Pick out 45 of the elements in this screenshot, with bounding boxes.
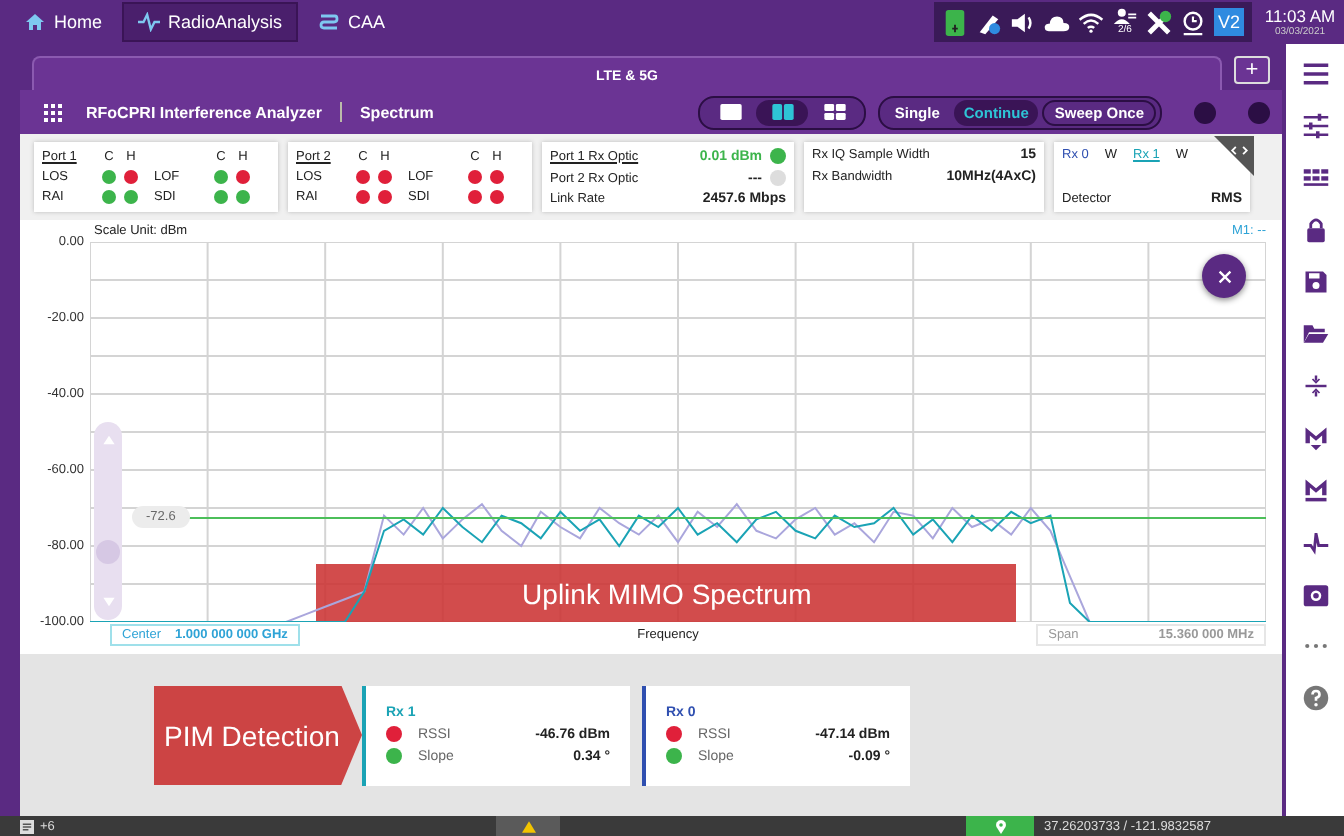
clock-time: 11:03 AM — [1264, 6, 1336, 26]
close-icon — [1215, 267, 1233, 285]
indicator-dot — [1248, 101, 1270, 123]
spectrum-caption-banner: Uplink MIMO Spectrum — [316, 564, 1017, 622]
slider-thumb[interactable] — [96, 540, 120, 565]
app-tab[interactable]: RadioAnalysis — [122, 2, 299, 42]
camera-icon[interactable] — [1301, 580, 1329, 608]
save-icon[interactable] — [1301, 268, 1329, 296]
pulse-icon — [138, 12, 161, 32]
pim-detection-banner: PIM Detection — [154, 685, 362, 785]
apps-grid-icon[interactable] — [44, 103, 62, 121]
marker-down-icon[interactable] — [1301, 424, 1329, 452]
add-tab-button[interactable]: + — [1234, 56, 1270, 84]
indicator-dot — [1194, 101, 1216, 123]
folder-icon[interactable] — [1301, 320, 1329, 348]
warning-indicator[interactable] — [496, 816, 560, 836]
divider-icon[interactable] — [1301, 372, 1329, 400]
version-badge: V2 — [1213, 8, 1244, 36]
list-grid-icon[interactable] — [1301, 164, 1329, 192]
help-icon[interactable] — [1301, 684, 1329, 712]
notification-icon — [20, 819, 34, 833]
marker-icon[interactable] — [1301, 476, 1329, 504]
app-title: RFoCPRI Interference Analyzer — [86, 103, 322, 121]
mode-label: Spectrum — [359, 103, 434, 121]
dual-pane-icon — [771, 104, 794, 120]
sliders-icon[interactable] — [1301, 112, 1329, 140]
app-tab[interactable]: CAA — [302, 2, 402, 42]
user-icon — [1111, 8, 1138, 24]
menu-icon[interactable] — [1301, 60, 1329, 88]
app-tab[interactable]: Home — [8, 2, 119, 42]
close-button[interactable] — [1202, 254, 1246, 298]
layout-option[interactable] — [756, 99, 809, 125]
location-indicator[interactable] — [966, 816, 1034, 836]
location-pin-icon — [993, 819, 1007, 833]
expand-corner-icon[interactable] — [1214, 136, 1254, 176]
clock-icon — [1179, 9, 1206, 35]
home-icon — [24, 12, 46, 32]
speaker-icon — [1009, 9, 1036, 35]
single-pane-icon — [719, 104, 742, 120]
battery-icon — [941, 9, 968, 35]
wave-icon — [318, 12, 341, 32]
quad-pane-icon — [823, 104, 846, 120]
wifi-icon — [1077, 9, 1104, 35]
peak-icon[interactable] — [1301, 528, 1329, 556]
lock-icon[interactable] — [1301, 216, 1329, 244]
